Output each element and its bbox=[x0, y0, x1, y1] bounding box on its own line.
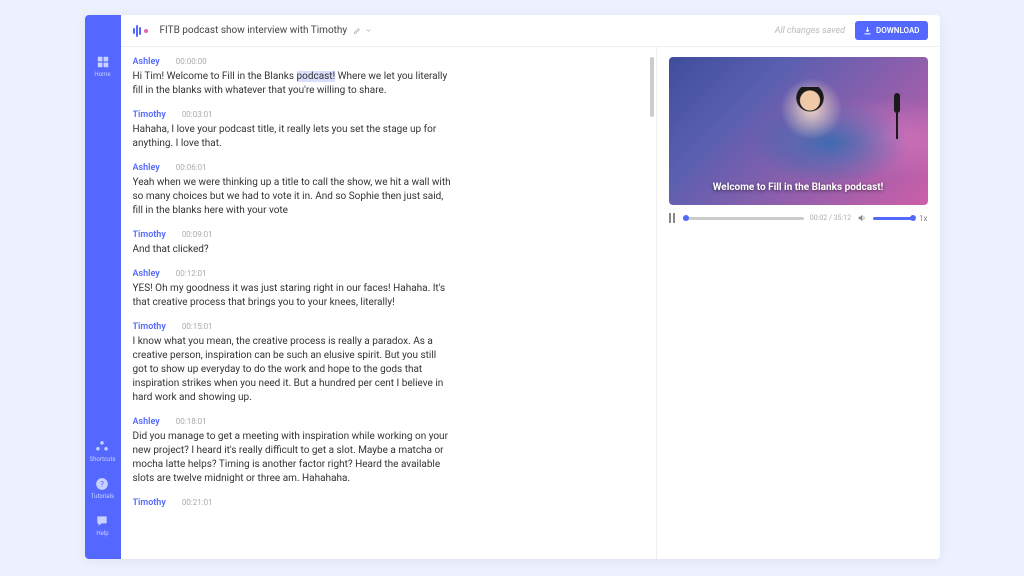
transcript-entry[interactable]: Ashley 00:06:01 Yeah when we were thinking… bbox=[133, 163, 644, 218]
volume-icon[interactable] bbox=[857, 213, 867, 223]
seek-bar[interactable] bbox=[683, 217, 804, 220]
shortcuts-icon bbox=[95, 440, 109, 454]
app-window: Home Shortcuts ? Tutorials Help FITB bbox=[85, 15, 940, 559]
timecode: 00:02 / 35:12 bbox=[810, 214, 851, 222]
speaker-name: Ashley bbox=[133, 417, 160, 427]
timestamp: 00:12:01 bbox=[176, 269, 207, 278]
transcript-entry[interactable]: Ashley 00:18:01 Did you manage to get a me… bbox=[133, 417, 644, 486]
speaker-name: Timothy bbox=[133, 110, 166, 120]
transcript-entry[interactable]: Ashley 00:12:01 YES! Oh my goodness it was… bbox=[133, 269, 644, 310]
speaker-name: Ashley bbox=[133, 269, 160, 279]
main-content: Ashley 00:00:00 Hi Tim! Welcome to Fill in… bbox=[121, 47, 940, 559]
entry-text[interactable]: YES! Oh my goodness it was just staring … bbox=[133, 282, 453, 310]
speaker-name: Ashley bbox=[133, 57, 160, 67]
topbar: FITB podcast show interview with Timothy… bbox=[121, 15, 940, 47]
highlighted-text: podcast! bbox=[297, 71, 336, 82]
sidebar: Home Shortcuts ? Tutorials Help bbox=[85, 15, 121, 559]
sidebar-label: Shortcuts bbox=[90, 456, 116, 463]
timestamp: 00:18:01 bbox=[176, 417, 207, 426]
timestamp: 00:09:01 bbox=[182, 230, 213, 239]
timestamp: 00:03:01 bbox=[182, 110, 213, 119]
app-logo bbox=[133, 25, 148, 37]
video-preview[interactable]: Welcome to Fill in the Blanks podcast! bbox=[669, 57, 928, 205]
sidebar-label: Help bbox=[96, 530, 108, 537]
edit-title-button[interactable] bbox=[353, 27, 372, 35]
microphone-graphic bbox=[892, 93, 902, 139]
sidebar-item-home[interactable]: Home bbox=[94, 55, 110, 78]
transcript-panel: Ashley 00:00:00 Hi Tim! Welcome to Fill in… bbox=[121, 47, 657, 559]
player-controls: 00:02 / 35:12 1x bbox=[669, 213, 928, 223]
transcript-entry[interactable]: Timothy 00:03:01 Hahaha, I love your podca… bbox=[133, 110, 644, 151]
entry-text[interactable]: I know what you mean, the creative proce… bbox=[133, 335, 453, 405]
download-button[interactable]: DOWNLOAD bbox=[855, 21, 927, 40]
help-icon bbox=[95, 514, 109, 528]
entry-text[interactable]: Hahaha, I love your podcast title, it re… bbox=[133, 123, 453, 151]
home-icon bbox=[96, 55, 110, 69]
speaker-name: Timothy bbox=[133, 498, 166, 508]
sidebar-item-shortcuts[interactable]: Shortcuts bbox=[90, 440, 116, 463]
download-icon bbox=[863, 26, 872, 35]
entry-text[interactable]: Hi Tim! Welcome to Fill in the Blanks po… bbox=[133, 70, 453, 98]
scrollbar[interactable] bbox=[650, 57, 654, 117]
speaker-name: Ashley bbox=[133, 163, 160, 173]
transcript-entry[interactable]: Timothy 00:15:01 I know what you mean, the… bbox=[133, 322, 644, 405]
pause-button[interactable] bbox=[669, 213, 677, 223]
transcript-entry[interactable]: Ashley 00:00:00 Hi Tim! Welcome to Fill in… bbox=[133, 57, 644, 98]
transcript-entry[interactable]: Timothy 00:21:01 bbox=[133, 498, 644, 508]
timestamp: 00:06:01 bbox=[176, 163, 207, 172]
entry-text[interactable]: Yeah when we were thinking up a title to… bbox=[133, 176, 453, 218]
volume-slider[interactable] bbox=[873, 217, 913, 220]
timestamp: 00:21:01 bbox=[182, 498, 213, 507]
entry-text[interactable]: Did you manage to get a meeting with ins… bbox=[133, 430, 453, 486]
sidebar-item-tutorials[interactable]: ? Tutorials bbox=[90, 477, 116, 500]
pencil-icon bbox=[353, 27, 361, 35]
speed-button[interactable]: 1x bbox=[919, 214, 927, 223]
entry-text[interactable]: And that clicked? bbox=[133, 243, 453, 257]
svg-text:?: ? bbox=[101, 479, 105, 489]
sidebar-label: Home bbox=[94, 71, 110, 78]
video-caption: Welcome to Fill in the Blanks podcast! bbox=[669, 182, 928, 193]
speaker-name: Timothy bbox=[133, 230, 166, 240]
chevron-down-icon bbox=[365, 27, 372, 34]
document-title: FITB podcast show interview with Timothy bbox=[160, 25, 348, 36]
tutorials-icon: ? bbox=[95, 477, 109, 491]
video-panel: Welcome to Fill in the Blanks podcast! 0… bbox=[657, 47, 940, 559]
sidebar-item-help[interactable]: Help bbox=[90, 514, 116, 537]
transcript-entry[interactable]: Timothy 00:09:01 And that clicked? bbox=[133, 230, 644, 257]
sidebar-label: Tutorials bbox=[91, 493, 114, 500]
timestamp: 00:15:01 bbox=[182, 322, 213, 331]
save-status: All changes saved bbox=[775, 26, 845, 36]
timestamp: 00:00:00 bbox=[176, 57, 207, 66]
speaker-name: Timothy bbox=[133, 322, 166, 332]
